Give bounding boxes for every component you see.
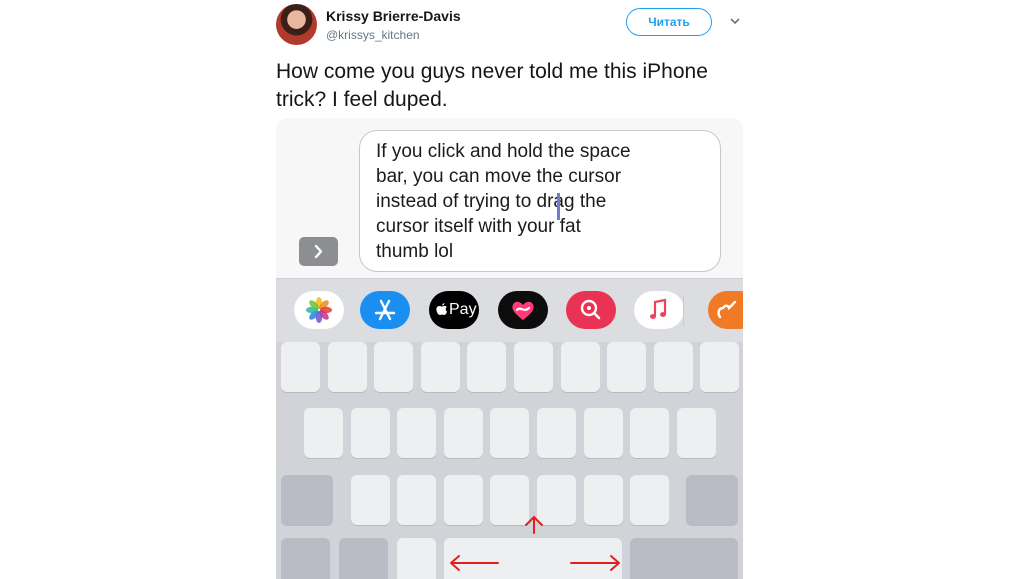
keyboard-key[interactable] (630, 475, 669, 525)
tweet-card: Krissy Brierre-Davis @krissys_kitchen Чи… (276, 0, 746, 579)
digital-touch-icon (512, 301, 534, 320)
delete-key[interactable] (686, 475, 738, 525)
keyboard-key[interactable] (467, 342, 506, 392)
keyboard-key[interactable] (584, 475, 623, 525)
expand-apps-button[interactable] (299, 237, 338, 266)
message-line: thumb lol (376, 241, 454, 262)
garageband-app[interactable] (708, 291, 743, 329)
trackpad-keyboard[interactable] (276, 342, 743, 579)
keyboard-key[interactable] (328, 342, 367, 392)
app-drawer-divider (683, 296, 684, 326)
keyboard-key[interactable] (537, 475, 576, 525)
message-line: If you click and hold the space (376, 141, 631, 162)
keyboard-key[interactable] (421, 342, 460, 392)
keyboard-key[interactable] (607, 342, 646, 392)
keyboard-key[interactable] (630, 408, 669, 458)
keyboard-key[interactable] (490, 475, 529, 525)
message-line: bar, you can move the cursor (376, 166, 622, 187)
app-drawer: Pay (276, 278, 743, 342)
keyboard-key[interactable] (281, 342, 320, 392)
search-images-icon (580, 299, 601, 320)
app-store-app[interactable] (360, 291, 410, 329)
keyboard-key[interactable] (351, 408, 390, 458)
chevron-down-icon[interactable] (728, 14, 742, 28)
keyboard-key[interactable] (304, 408, 343, 458)
app-store-icon (374, 299, 396, 321)
keyboard-key[interactable] (677, 408, 716, 458)
numbers-key[interactable] (281, 538, 330, 579)
message-text: If you click and hold the space bar, you… (376, 139, 676, 264)
message-line: instead of trying to drag the (376, 191, 607, 212)
music-app[interactable] (634, 291, 684, 329)
photos-icon (306, 297, 332, 323)
text-cursor (557, 193, 560, 220)
apple-pay-app[interactable]: Pay (429, 291, 479, 329)
author-name[interactable]: Krissy Brierre-Davis (326, 8, 461, 24)
avatar[interactable] (276, 4, 317, 45)
tweet-media[interactable]: If you click and hold the space bar, you… (276, 118, 743, 579)
keyboard-key[interactable] (351, 475, 390, 525)
keyboard-key[interactable] (537, 408, 576, 458)
space-bar[interactable] (444, 538, 622, 579)
music-icon (650, 298, 667, 319)
keyboard-key[interactable] (444, 475, 483, 525)
keyboard-key[interactable] (654, 342, 693, 392)
author-handle[interactable]: @krissys_kitchen (326, 28, 420, 42)
chevron-right-icon (314, 244, 323, 259)
follow-button[interactable]: Читать (626, 8, 712, 36)
digital-touch-app[interactable] (498, 291, 548, 329)
keyboard-key[interactable] (374, 342, 413, 392)
keyboard-key[interactable] (514, 342, 553, 392)
photos-app[interactable] (294, 291, 344, 329)
keyboard-key[interactable] (700, 342, 739, 392)
keyboard-key[interactable] (397, 475, 436, 525)
keyboard-key[interactable] (397, 408, 436, 458)
apple-pay-label: Pay (449, 301, 477, 318)
return-key[interactable] (630, 538, 738, 579)
shift-key[interactable] (281, 475, 333, 525)
keyboard-key[interactable] (561, 342, 600, 392)
dictation-key[interactable] (397, 538, 436, 579)
imessage-compose-area: If you click and hold the space bar, you… (276, 118, 743, 278)
tweet-text: How come you guys never told me this iPh… (276, 60, 708, 111)
message-input[interactable]: If you click and hold the space bar, you… (359, 130, 721, 272)
garageband-icon (717, 300, 737, 319)
message-line: cursor itself with your fat (376, 216, 581, 237)
keyboard-key[interactable] (444, 408, 483, 458)
keyboard-key[interactable] (490, 408, 529, 458)
emoji-key[interactable] (339, 538, 388, 579)
keyboard-key[interactable] (584, 408, 623, 458)
search-images-app[interactable] (566, 291, 616, 329)
